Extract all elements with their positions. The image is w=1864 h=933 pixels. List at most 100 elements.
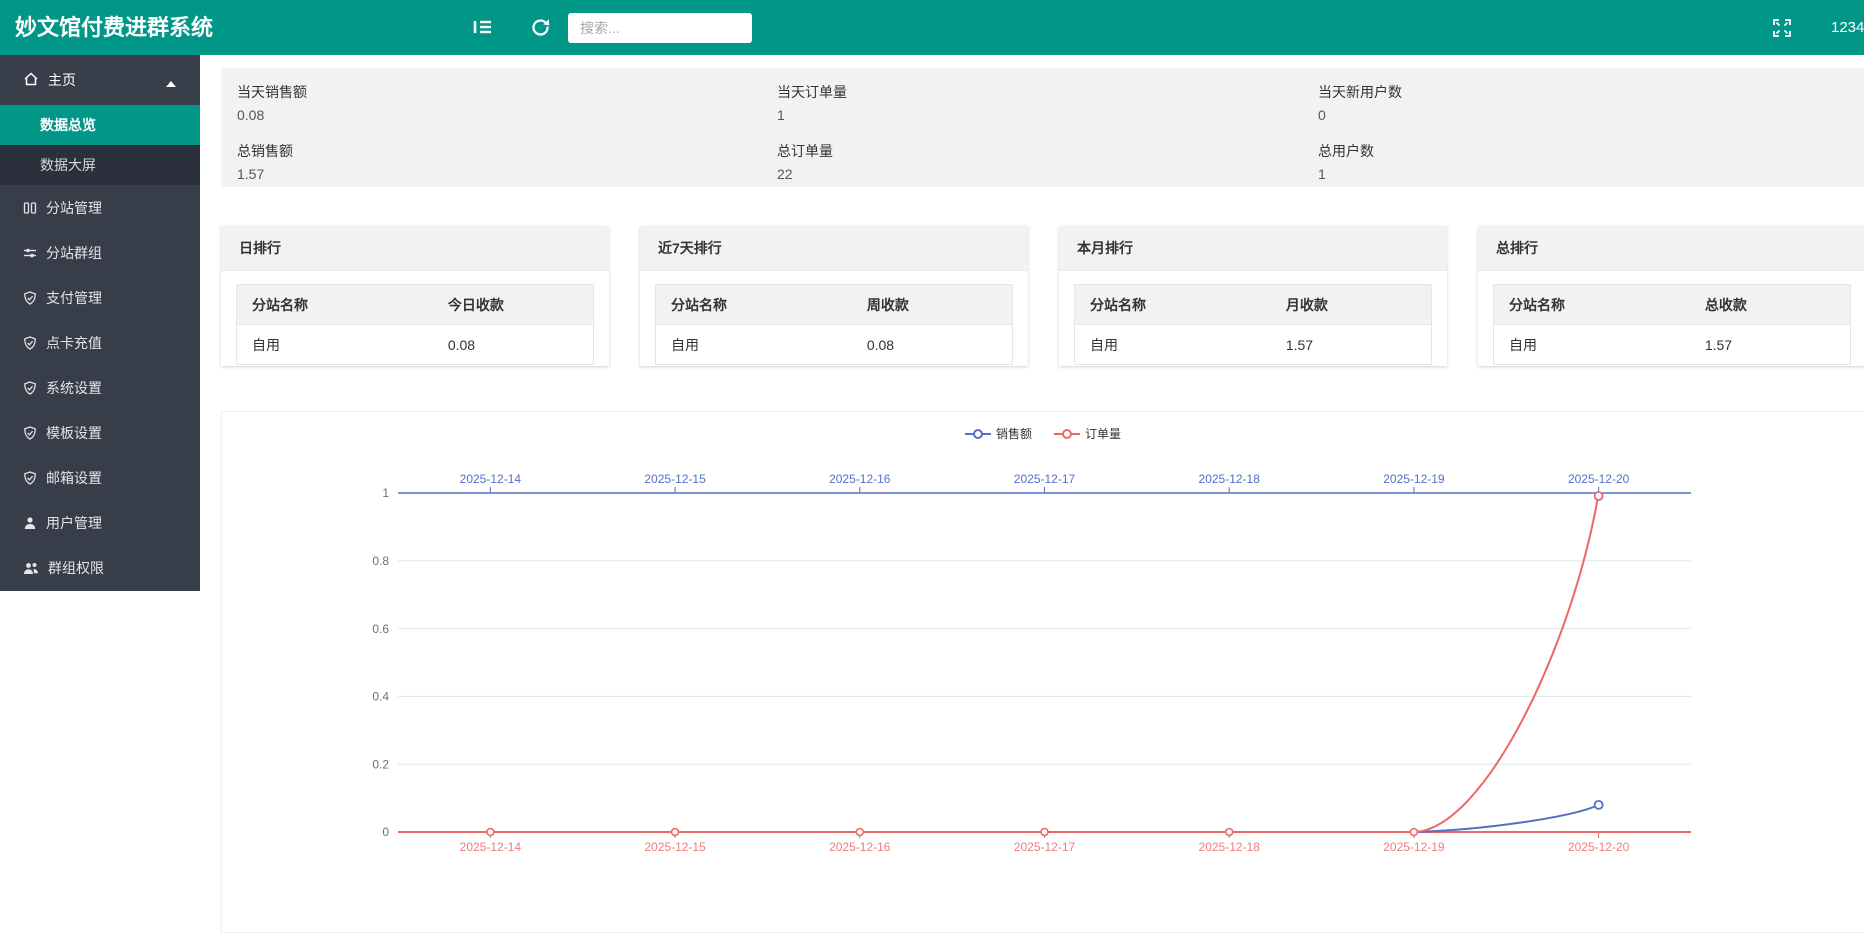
- stat-row1-value-2: 0: [1318, 107, 1326, 123]
- legend-item-1[interactable]: 订单量: [1054, 425, 1121, 442]
- data-point-marker: [1041, 829, 1048, 836]
- ranking-card-title: 近7天排行: [640, 226, 1028, 271]
- sidebar-item-label: 分站群组: [46, 243, 102, 263]
- data-point-marker: [1595, 492, 1603, 500]
- data-point-marker: [1410, 829, 1417, 836]
- shield-check-icon: [23, 381, 46, 395]
- y-axis-tick-label: 0.8: [372, 554, 389, 568]
- ranking-card-0: 日排行分站名称今日收款自用0.08: [221, 226, 609, 366]
- legend-marker-icon: [1054, 428, 1080, 440]
- chart-legend: 销售额 订单量: [222, 425, 1864, 442]
- sidebar-item-3[interactable]: 点卡充值: [0, 320, 200, 365]
- ranking-cell-name: 自用: [656, 325, 852, 365]
- ranking-card-body: 分站名称周收款自用0.08: [640, 271, 1028, 365]
- search-input[interactable]: [568, 13, 752, 43]
- ranking-col-header: 分站名称: [1075, 285, 1271, 325]
- table-row: 自用1.57: [1494, 325, 1851, 365]
- chart-card: 销售额订单量 00.20.40.60.812025-12-142025-12-1…: [221, 411, 1864, 933]
- stat-row2-label-2: 总用户数: [1318, 141, 1374, 161]
- ranking-col-header: 分站名称: [237, 285, 433, 325]
- legend-marker-icon: [965, 428, 991, 440]
- ranking-table: 分站名称总收款自用1.57: [1493, 284, 1851, 365]
- data-point-marker: [856, 829, 863, 836]
- ranking-cell-name: 自用: [1494, 325, 1690, 365]
- ranking-card-title: 本月排行: [1059, 226, 1447, 271]
- sidebar-item-2[interactable]: 支付管理: [0, 275, 200, 320]
- sales-orders-chart[interactable]: 00.20.40.60.812025-12-142025-12-152025-1…: [222, 412, 1864, 932]
- legend-label: 销售额: [996, 425, 1032, 442]
- ranking-col-header: 今日收款: [433, 285, 594, 325]
- refresh-icon[interactable]: [530, 17, 554, 41]
- sidebar-item-1[interactable]: 分站群组: [0, 230, 200, 275]
- top-axis-date-label: 2025-12-19: [1383, 472, 1445, 486]
- sidebar-item-label: 分站管理: [46, 198, 102, 218]
- bottom-axis-date-label: 2025-12-14: [460, 840, 522, 854]
- group-icon: [23, 561, 48, 575]
- ranking-card-3: 总排行分站名称总收款自用1.57: [1478, 226, 1864, 366]
- y-axis-tick-label: 0.2: [372, 757, 389, 771]
- shield-check-icon: [23, 426, 46, 440]
- ranking-card-body: 分站名称总收款自用1.57: [1478, 271, 1864, 365]
- sliders-icon: [23, 246, 46, 260]
- ranking-card-1: 近7天排行分站名称周收款自用0.08: [640, 226, 1028, 366]
- top-axis-date-label: 2025-12-18: [1199, 472, 1261, 486]
- sidebar-item-label: 群组权限: [48, 558, 104, 578]
- shield-check-icon: [23, 291, 46, 305]
- sidebar-item-7[interactable]: 用户管理: [0, 500, 200, 545]
- ranking-col-header: 分站名称: [656, 285, 852, 325]
- bottom-axis-date-label: 2025-12-15: [644, 840, 706, 854]
- fullscreen-icon[interactable]: [1772, 18, 1796, 42]
- top-header: 妙文馆付费进群系统 12345: [0, 0, 1864, 55]
- stat-column-2: 当天新用户数0总用户数1: [1318, 68, 1778, 187]
- table-row: 自用0.08: [237, 325, 594, 365]
- stat-row2-value-1: 22: [777, 166, 793, 182]
- table-row: 自用1.57: [1075, 325, 1432, 365]
- data-point-marker: [672, 829, 679, 836]
- ranking-card-body: 分站名称今日收款自用0.08: [221, 271, 609, 365]
- data-point-marker: [1226, 829, 1233, 836]
- table-row: 自用0.08: [656, 325, 1013, 365]
- username-label[interactable]: 12345: [1831, 0, 1864, 55]
- ranking-cell-name: 自用: [237, 325, 433, 365]
- stat-column-0: 当天销售额0.08总销售额1.57: [237, 68, 697, 187]
- ranking-cards-row: 日排行分站名称今日收款自用0.08近7天排行分站名称周收款自用0.08本月排行分…: [221, 226, 1864, 366]
- sidebar-subitem-0[interactable]: 数据总览: [0, 105, 200, 145]
- top-axis-date-label: 2025-12-16: [829, 472, 891, 486]
- ranking-cell-value: 0.08: [433, 325, 594, 365]
- sidebar-subitem-1[interactable]: 数据大屏: [0, 145, 200, 185]
- top-axis-date-label: 2025-12-17: [1014, 472, 1076, 486]
- ranking-col-header: 总收款: [1690, 285, 1851, 325]
- sidebar-item-label: 用户管理: [46, 513, 102, 533]
- bottom-axis-date-label: 2025-12-19: [1383, 840, 1445, 854]
- ranking-col-header: 周收款: [852, 285, 1013, 325]
- bottom-axis-date-label: 2025-12-16: [829, 840, 891, 854]
- ranking-col-header: 月收款: [1271, 285, 1432, 325]
- stat-row2-value-2: 1: [1318, 166, 1326, 182]
- stat-row1-label-0: 当天销售额: [237, 82, 307, 102]
- data-point-marker: [1595, 801, 1603, 809]
- ranking-table: 分站名称今日收款自用0.08: [236, 284, 594, 365]
- shield-check-icon: [23, 336, 46, 350]
- sidebar-item-4[interactable]: 系统设置: [0, 365, 200, 410]
- ranking-card-title: 日排行: [221, 226, 609, 271]
- legend-item-0[interactable]: 销售额: [965, 425, 1032, 442]
- sidebar-nav: 主页 数据总览数据大屏 分站管理分站群组支付管理点卡充值系统设置模板设置邮箱设置…: [0, 55, 200, 591]
- top-axis-date-label: 2025-12-14: [460, 472, 522, 486]
- bottom-axis-date-label: 2025-12-18: [1199, 840, 1261, 854]
- collapse-menu-icon[interactable]: [472, 16, 496, 40]
- stat-row2-value-0: 1.57: [237, 166, 264, 182]
- sidebar-item-label: 支付管理: [46, 288, 102, 308]
- chevron-up-icon: [166, 75, 185, 91]
- sidebar-item-label: 模板设置: [46, 423, 102, 443]
- ranking-cell-value: 1.57: [1271, 325, 1432, 365]
- sidebar-item-home[interactable]: 主页: [0, 55, 200, 105]
- sidebar-item-5[interactable]: 模板设置: [0, 410, 200, 455]
- sidebar-item-6[interactable]: 邮箱设置: [0, 455, 200, 500]
- sidebar-item-0[interactable]: 分站管理: [0, 185, 200, 230]
- sidebar-item-label: 邮箱设置: [46, 468, 102, 488]
- ranking-cell-name: 自用: [1075, 325, 1271, 365]
- sidebar-item-8[interactable]: 群组权限: [0, 545, 200, 590]
- columns-icon: [23, 201, 46, 215]
- ranking-card-title: 总排行: [1478, 226, 1864, 271]
- shield-check-icon: [23, 471, 46, 485]
